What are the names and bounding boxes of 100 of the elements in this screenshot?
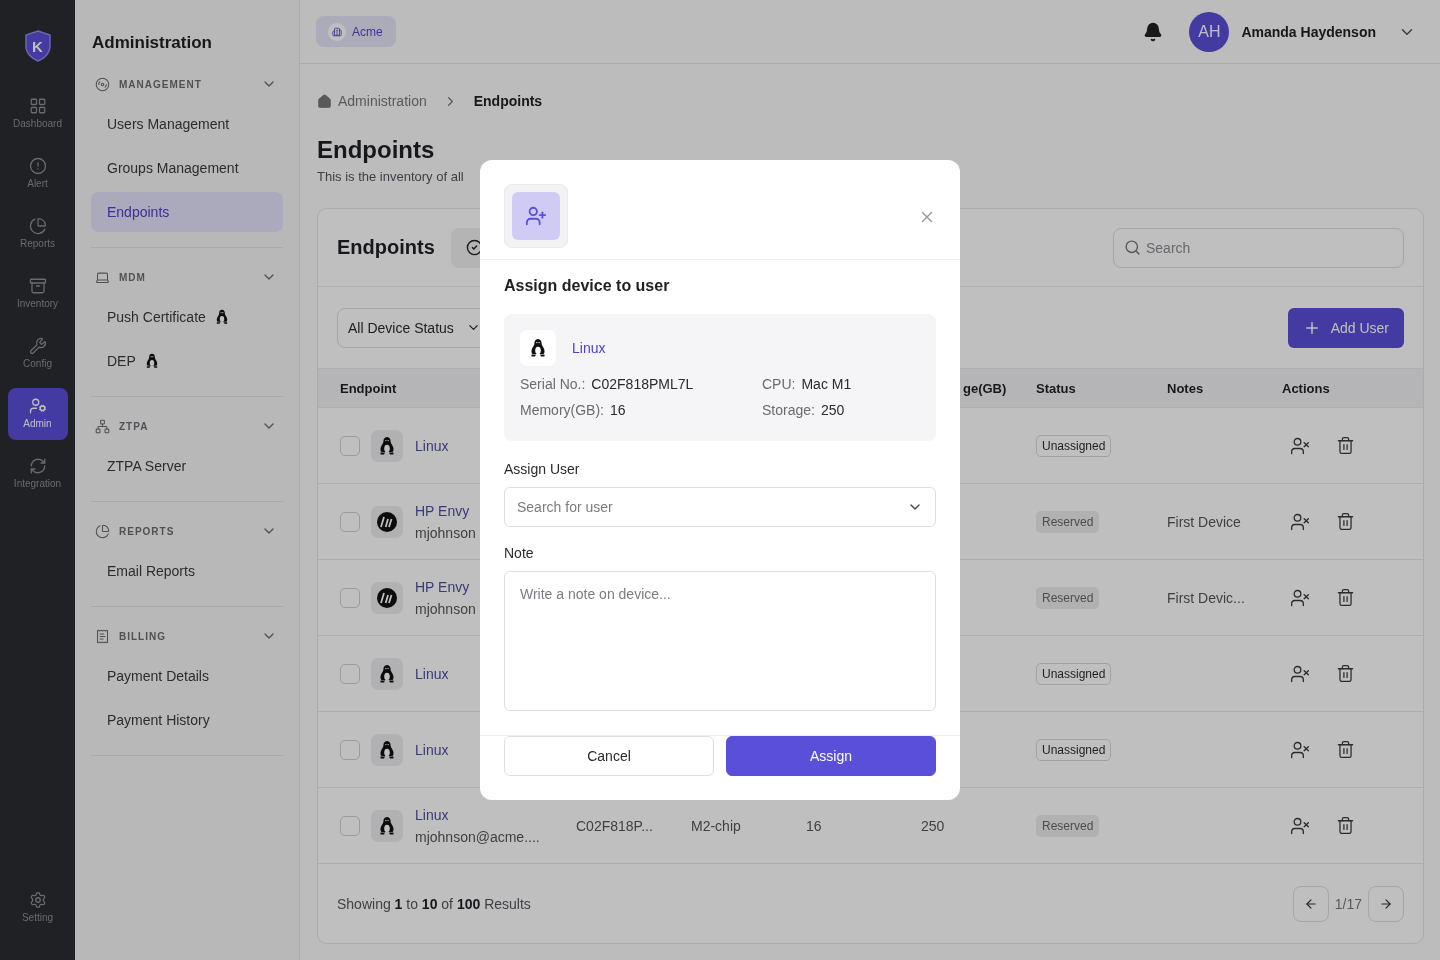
row-checkbox[interactable] <box>340 739 360 760</box>
column-header: Endpoint <box>340 380 397 396</box>
device-name[interactable]: Linux <box>415 741 449 758</box>
table-cell-text: First Devic... <box>1167 589 1246 606</box>
rail-nav-item[interactable]: Integration <box>7 448 68 500</box>
device-name[interactable]: Linux <box>415 806 540 823</box>
remove-user-icon[interactable] <box>1290 511 1310 532</box>
section-title: BILLING <box>119 630 167 642</box>
remove-user-icon[interactable] <box>1290 815 1310 836</box>
device-name[interactable]: HP Envy <box>415 578 476 595</box>
menu-item[interactable]: Push Certificate <box>91 297 283 337</box>
remove-user-icon[interactable] <box>1290 739 1310 760</box>
section-title: MANAGEMENT <box>119 78 203 90</box>
row-checkbox[interactable] <box>340 435 360 456</box>
penguin-icon <box>377 663 397 684</box>
logo-icon <box>377 511 397 532</box>
user-name: Amanda Haydenson <box>1241 23 1376 40</box>
status-badge: Unassigned <box>1036 738 1112 761</box>
rail-nav-item[interactable]: Config <box>7 328 68 380</box>
status-badge: Reserved <box>1036 586 1100 609</box>
assign-button[interactable]: Assign <box>726 736 936 776</box>
building-icon <box>332 26 342 37</box>
menu-item[interactable]: DEP <box>91 341 283 381</box>
menu-item[interactable]: Payment History <box>91 700 283 740</box>
home-icon <box>317 93 332 109</box>
status-badge: Reserved <box>1036 814 1100 837</box>
rail-nav-item[interactable]: Reports <box>7 208 68 260</box>
user-email: mjohnson <box>415 600 476 617</box>
row-checkbox[interactable] <box>340 815 360 836</box>
row-checkbox[interactable] <box>340 663 360 684</box>
rail-nav-item[interactable]: Alert <box>7 148 68 200</box>
trash-icon[interactable] <box>1336 663 1355 683</box>
menu-item[interactable]: Email Reports <box>91 551 283 591</box>
page-subtitle: This is the inventory of all <box>317 168 465 186</box>
add-user-button[interactable]: Add User <box>1287 307 1404 348</box>
menu-item[interactable]: Users Management <box>91 104 283 144</box>
alert-icon <box>28 157 47 175</box>
column-header: Status <box>1036 380 1076 396</box>
table-cell-text: C02F818P... <box>576 817 654 834</box>
avatar[interactable]: AH <box>1189 11 1230 52</box>
remove-user-icon[interactable] <box>1290 435 1310 456</box>
laptop-icon <box>95 269 110 285</box>
pie-chart-icon <box>28 217 47 235</box>
org-switcher[interactable]: Acme <box>316 16 396 47</box>
device-link[interactable]: Linux <box>572 340 606 356</box>
bell-icon[interactable] <box>1143 21 1164 42</box>
table-cell-text: M2-chip <box>691 817 742 834</box>
trash-icon[interactable] <box>1336 815 1355 835</box>
results-summary: Showing 1 to 10 of 100 Results <box>337 895 531 912</box>
logo-icon <box>377 587 397 608</box>
panel-title: Administration <box>92 33 213 54</box>
rail-nav-item[interactable]: Setting <box>7 882 68 934</box>
search-field[interactable]: Search <box>1113 227 1404 268</box>
menu-item[interactable]: Groups Management <box>91 148 283 188</box>
user-plus-icon <box>525 205 547 227</box>
device-name[interactable]: Linux <box>415 437 449 454</box>
penguin-icon <box>377 435 397 456</box>
table-cell-text: First Device <box>1167 513 1242 530</box>
column-header: Actions <box>1282 380 1330 396</box>
user-email: mjohnson@acme.... <box>415 828 540 845</box>
penguin-icon <box>377 815 397 836</box>
note-field[interactable]: Write a note on device... <box>504 571 936 711</box>
remove-user-icon[interactable] <box>1290 587 1310 608</box>
column-header: Notes <box>1167 380 1204 396</box>
device-spec: Storage: 250 <box>762 402 846 418</box>
card-title: Endpoints <box>337 236 435 259</box>
rail-nav-item[interactable]: Admin <box>7 388 68 440</box>
row-checkbox[interactable] <box>340 511 360 532</box>
section-title: ZTPA <box>119 420 150 432</box>
rail-nav-item[interactable]: Dashboard <box>7 88 68 140</box>
disc-icon <box>95 76 110 92</box>
section-title: REPORTS <box>119 525 176 537</box>
breadcrumb-link[interactable]: Administration <box>338 93 427 109</box>
remove-user-icon[interactable] <box>1290 663 1310 684</box>
menu-item[interactable]: Payment Details <box>91 656 283 696</box>
row-checkbox[interactable] <box>340 587 360 608</box>
user-select[interactable]: Search for user <box>504 487 936 527</box>
device-name[interactable]: Linux <box>415 665 449 682</box>
network-icon <box>95 418 110 434</box>
menu-item[interactable]: ZTPA Server <box>91 446 283 486</box>
device-spec: Serial No.: C02F818PML7L <box>520 376 695 392</box>
column-header: ge(GB) <box>963 380 1007 396</box>
trash-icon[interactable] <box>1336 587 1355 607</box>
user-gear-icon <box>28 397 47 415</box>
status-badge: Unassigned <box>1036 434 1112 457</box>
wrench-icon <box>28 337 47 355</box>
page-title: Endpoints <box>317 135 436 165</box>
pie-chart-icon <box>95 523 110 539</box>
cancel-button[interactable]: Cancel <box>504 736 714 776</box>
trash-icon[interactable] <box>1336 739 1355 759</box>
user-email: mjohnson <box>415 524 476 541</box>
rail-nav-item[interactable]: Inventory <box>7 268 68 320</box>
trash-icon[interactable] <box>1336 511 1355 531</box>
check-circle-icon <box>465 239 483 256</box>
grid-icon <box>28 97 47 115</box>
trash-icon[interactable] <box>1336 435 1355 455</box>
archive-icon <box>28 277 47 295</box>
dialog-title: Assign device to user <box>504 277 671 296</box>
menu-item[interactable]: Endpoints <box>91 192 283 232</box>
device-name[interactable]: HP Envy <box>415 502 476 519</box>
